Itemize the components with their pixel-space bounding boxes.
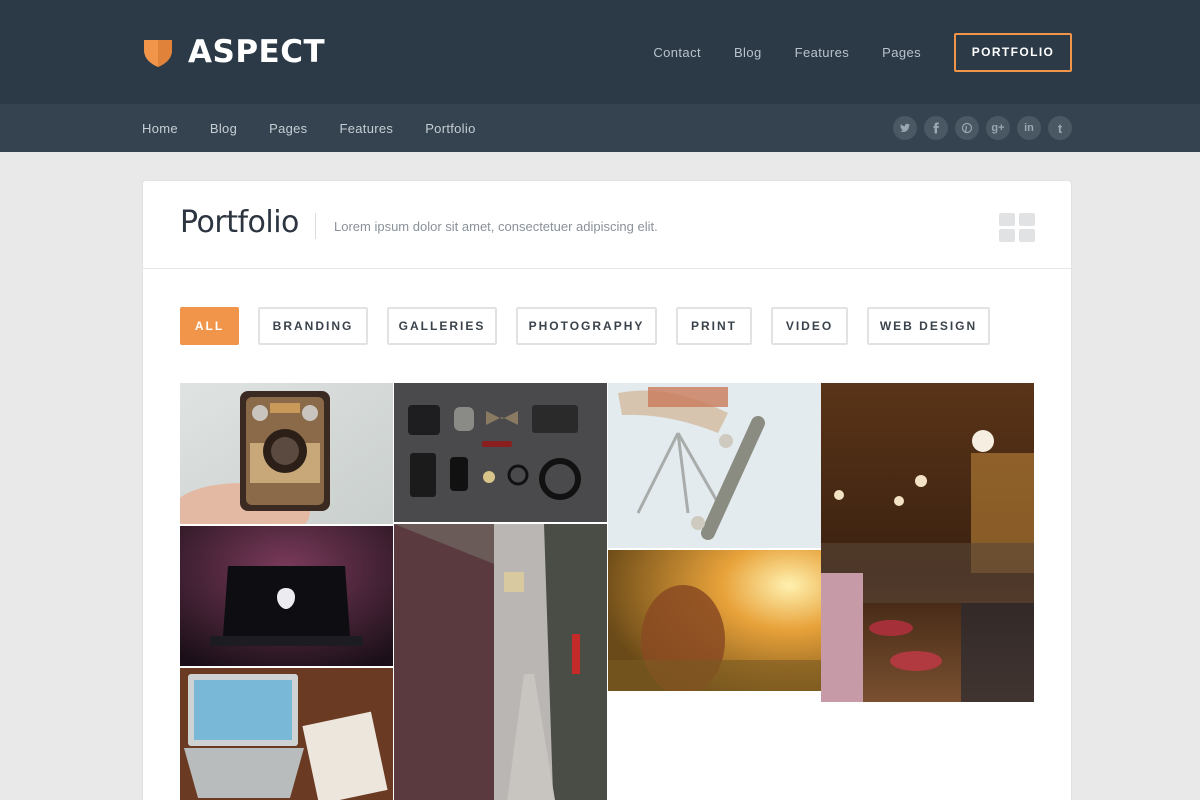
flatlay-accessories-photo[interactable] (394, 383, 607, 522)
subnav-home[interactable]: Home (142, 121, 178, 136)
logo[interactable]: ASPECT (142, 33, 325, 71)
pinterest-icon[interactable] (955, 116, 979, 140)
tumblr-icon[interactable]: t (1048, 116, 1072, 140)
subnav-pages[interactable]: Pages (269, 121, 307, 136)
card-header: Portfolio Lorem ipsum dolor sit amet, co… (143, 181, 1071, 269)
brand-name: ASPECT (188, 34, 326, 70)
linkedin-icon[interactable]: in (1017, 116, 1041, 140)
topnav-features[interactable]: Features (795, 45, 850, 60)
filter-branding[interactable]: BRANDING (258, 307, 368, 345)
vintage-camera-photo[interactable] (180, 383, 393, 524)
dark-laptop-photo[interactable] (180, 526, 393, 666)
topnav-blog[interactable]: Blog (734, 45, 762, 60)
secondary-nav-bar: Home Blog Pages Features Portfolio g+ in… (0, 104, 1200, 152)
portfolio-button[interactable]: PORTFOLIO (954, 32, 1072, 72)
subnav-portfolio[interactable]: Portfolio (425, 121, 475, 136)
subnav-features[interactable]: Features (340, 121, 394, 136)
page-subtitle: Lorem ipsum dolor sit amet, consectetuer… (334, 219, 658, 234)
grid-view-icon[interactable] (999, 213, 1035, 243)
top-header: ASPECT Contact Blog Features Pages PORTF… (0, 0, 1200, 104)
secondary-nav: Home Blog Pages Features Portfolio (142, 104, 508, 152)
filter-galleries[interactable]: GALLERIES (387, 307, 497, 345)
portfolio-card: Portfolio Lorem ipsum dolor sit amet, co… (142, 180, 1072, 800)
google-plus-icon[interactable]: g+ (986, 116, 1010, 140)
skateboard-chair-photo[interactable] (608, 383, 821, 548)
filter-photography[interactable]: PHOTOGRAPHY (516, 307, 657, 345)
topnav-pages[interactable]: Pages (882, 45, 921, 60)
laptop-desk-photo[interactable] (180, 668, 393, 800)
social-links: g+ in t (886, 104, 1072, 152)
twitter-icon[interactable] (893, 116, 917, 140)
title-divider (315, 213, 316, 239)
filter-all[interactable]: ALL (180, 307, 239, 345)
sunset-field-girl-photo[interactable] (608, 550, 821, 691)
portfolio-filters: ALL BRANDING GALLERIES PHOTOGRAPHY PRINT… (180, 307, 1009, 345)
filter-web-design[interactable]: WEB DESIGN (867, 307, 990, 345)
facebook-icon[interactable] (924, 116, 948, 140)
cafe-interior-photo[interactable] (821, 383, 1034, 702)
filter-print[interactable]: PRINT (676, 307, 752, 345)
city-bridge-street-photo[interactable] (394, 524, 607, 800)
shield-logo-icon (144, 40, 172, 67)
subnav-blog[interactable]: Blog (210, 121, 237, 136)
top-nav: Contact Blog Features Pages PORTFOLIO (620, 0, 1072, 104)
filter-video[interactable]: VIDEO (771, 307, 848, 345)
topnav-contact[interactable]: Contact (653, 45, 701, 60)
page-title: Portfolio (180, 205, 299, 240)
